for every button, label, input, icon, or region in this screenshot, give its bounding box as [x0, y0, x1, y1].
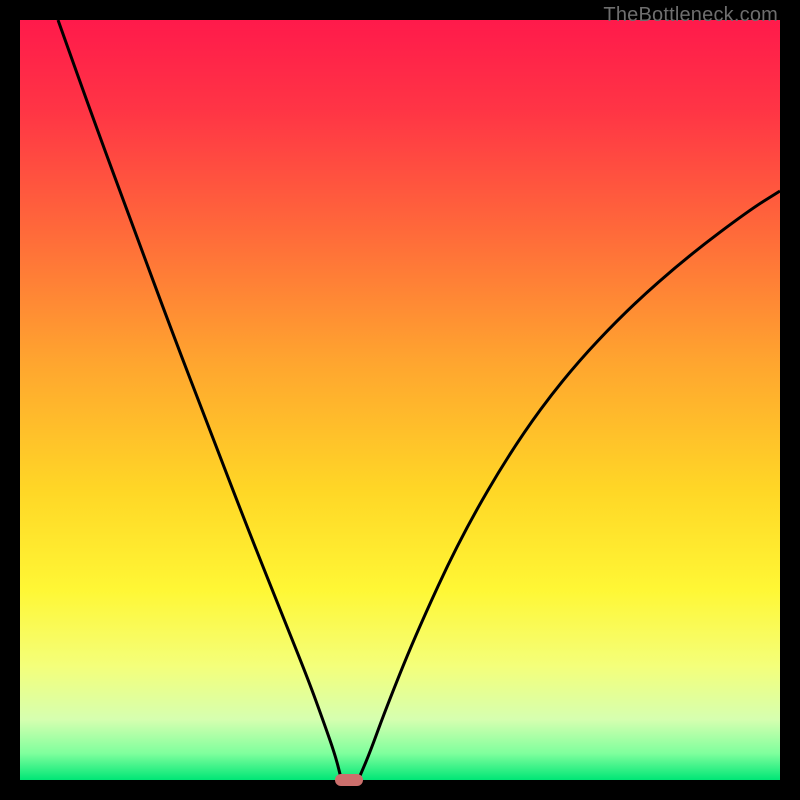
watermark-text: TheBottleneck.com — [603, 4, 778, 27]
chart-frame — [20, 20, 780, 780]
gradient-background — [20, 20, 780, 780]
optimal-point-marker — [335, 774, 363, 786]
bottleneck-chart — [20, 20, 780, 780]
